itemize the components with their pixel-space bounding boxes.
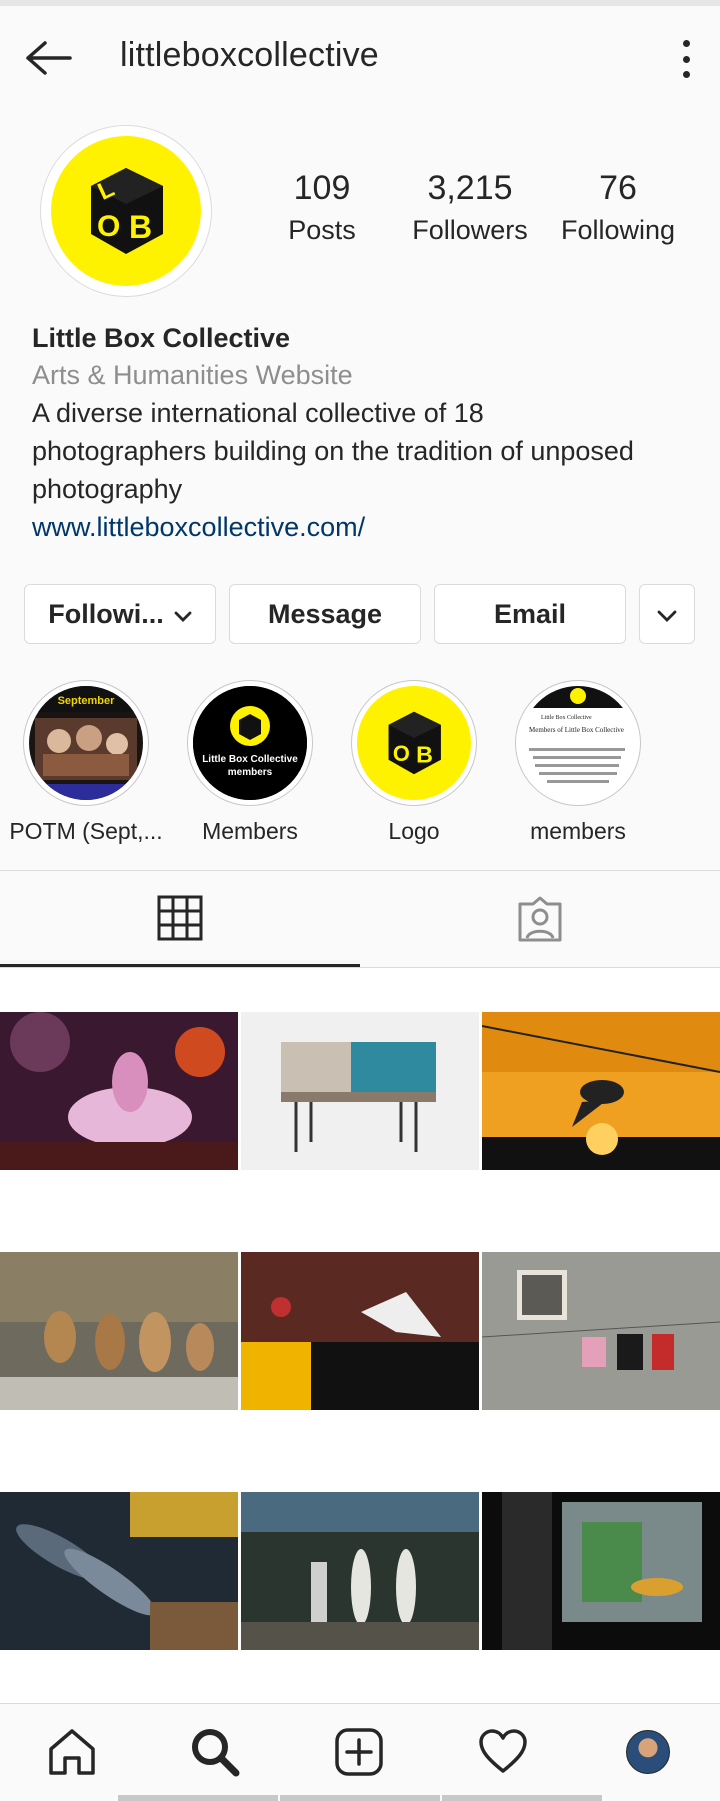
nav-home[interactable] bbox=[42, 1722, 102, 1782]
post-thumbnail[interactable] bbox=[482, 1492, 720, 1650]
highlight-badge-line-2: members bbox=[228, 767, 273, 778]
tab-grid[interactable] bbox=[0, 871, 360, 967]
followers-count: 3,215 bbox=[427, 169, 513, 207]
highlight-potm[interactable]: September POTM (Sept,... bbox=[6, 680, 166, 845]
post-thumbnail[interactable] bbox=[241, 1012, 479, 1170]
svg-text:O: O bbox=[393, 741, 410, 766]
email-button[interactable]: Email bbox=[434, 584, 626, 644]
tagged-icon bbox=[518, 896, 562, 942]
posts-count: 109 bbox=[293, 169, 351, 207]
post-thumbnail[interactable] bbox=[241, 1492, 479, 1650]
stat-following[interactable]: 76 Following bbox=[555, 168, 681, 250]
add-post-icon bbox=[335, 1728, 383, 1776]
home-icon bbox=[49, 1729, 95, 1775]
post-thumbnail[interactable] bbox=[0, 1012, 238, 1170]
profile-avatar bbox=[626, 1730, 670, 1774]
heart-icon bbox=[479, 1729, 527, 1773]
chevron-down-icon bbox=[657, 599, 677, 630]
nav-profile[interactable] bbox=[618, 1722, 678, 1782]
highlight-badge-text: September bbox=[58, 695, 116, 707]
highlight-ring: Little Box Collective members bbox=[187, 680, 313, 806]
message-button[interactable]: Message bbox=[229, 584, 421, 644]
nav-add-post[interactable] bbox=[329, 1722, 389, 1782]
highlight-cover-members: Little Box Collective members bbox=[193, 686, 307, 800]
bottom-navigation bbox=[0, 1703, 720, 1801]
highlight-label: Members bbox=[202, 818, 298, 844]
gesture-bar bbox=[0, 1795, 720, 1801]
following-count: 76 bbox=[599, 169, 637, 207]
highlight-members-list[interactable]: Little Box Collective Members of Little … bbox=[498, 680, 658, 845]
nav-search[interactable] bbox=[185, 1722, 245, 1782]
highlight-cover-members-list: Little Box Collective Members of Little … bbox=[521, 686, 635, 800]
highlight-ring: September bbox=[23, 680, 149, 806]
nav-activity[interactable] bbox=[473, 1722, 533, 1782]
highlight-label: POTM (Sept,... bbox=[9, 818, 163, 844]
bio-line-2: photographers building on the tradition … bbox=[32, 436, 634, 466]
followers-label: Followers bbox=[412, 215, 528, 245]
following-button-label: Followi... bbox=[48, 598, 164, 629]
stat-followers[interactable]: 3,215 Followers bbox=[405, 168, 535, 250]
highlight-logo[interactable]: O B Logo bbox=[334, 680, 494, 845]
profile-display-name: Little Box Collective bbox=[32, 323, 291, 353]
highlight-badge-line-1: Little Box Collective bbox=[202, 754, 298, 765]
highlight-cover-logo: O B bbox=[357, 686, 471, 800]
chevron-down-icon bbox=[174, 599, 192, 630]
highlight-label: Logo bbox=[388, 818, 440, 844]
back-arrow-icon[interactable] bbox=[20, 32, 76, 84]
profile-category: Arts & Humanities Website bbox=[32, 360, 353, 390]
svg-text:B: B bbox=[416, 742, 433, 768]
following-button[interactable]: Followi... bbox=[24, 584, 216, 644]
highlight-doc-heading: Members of Little Box Collective bbox=[529, 726, 624, 734]
profile-tabs bbox=[0, 870, 720, 968]
search-icon bbox=[192, 1729, 240, 1777]
following-label: Following bbox=[560, 215, 676, 245]
profile-bio: Little Box Collective Arts & Humanities … bbox=[32, 320, 702, 546]
post-thumbnail[interactable] bbox=[482, 1252, 720, 1410]
suggested-accounts-button[interactable] bbox=[639, 584, 695, 644]
highlight-cover-potm: September bbox=[29, 686, 143, 800]
post-thumbnail[interactable] bbox=[0, 1492, 238, 1650]
top-bar: littleboxcollective bbox=[0, 0, 720, 108]
highlight-ring: Little Box Collective Members of Little … bbox=[515, 680, 641, 806]
website-link[interactable]: www.littleboxcollective.com/ bbox=[32, 508, 702, 546]
stat-posts[interactable]: 109 Posts bbox=[270, 168, 374, 250]
tab-tagged[interactable] bbox=[360, 871, 720, 967]
more-options-icon[interactable] bbox=[674, 36, 698, 82]
highlight-ring: O B bbox=[351, 680, 477, 806]
highlight-doc-title: Little Box Collective bbox=[541, 715, 592, 721]
bio-line-3: photography bbox=[32, 474, 183, 504]
post-thumbnail[interactable] bbox=[482, 1012, 720, 1170]
highlight-label: members bbox=[530, 818, 626, 844]
highlight-members[interactable]: Little Box Collective members Members bbox=[170, 680, 330, 845]
profile-username-title: littleboxcollective bbox=[120, 36, 379, 74]
profile-stats: 109 Posts 3,215 Followers 76 Following bbox=[0, 168, 720, 258]
post-thumbnail[interactable] bbox=[241, 1252, 479, 1410]
bio-line-1: A diverse international collective of 18 bbox=[32, 398, 484, 428]
posts-grid bbox=[0, 968, 720, 1703]
grid-icon bbox=[157, 895, 203, 940]
story-highlights: September POTM (Sept,... Little Box Coll… bbox=[0, 680, 720, 850]
post-thumbnail[interactable] bbox=[0, 1252, 238, 1410]
posts-label: Posts bbox=[288, 215, 356, 245]
